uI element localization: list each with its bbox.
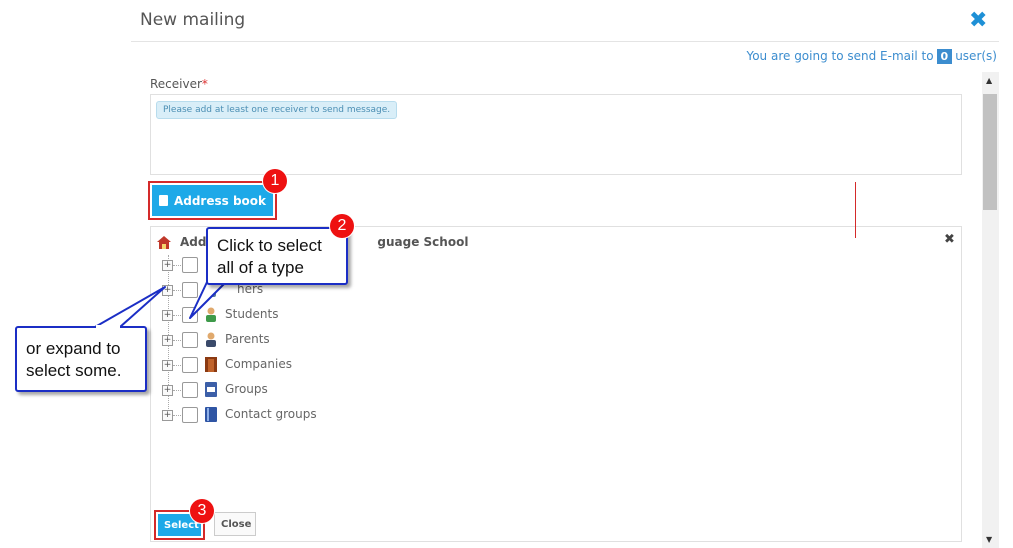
address-book-label: Address book [173, 193, 267, 208]
step-badge-3: 3 [190, 499, 214, 523]
panel-title-end: guage School [377, 235, 469, 249]
scrollbar[interactable]: ▲ ▼ [982, 72, 999, 548]
callout-expand-line1: or expand to [26, 339, 121, 358]
expand-icon[interactable]: + [162, 260, 173, 271]
callout-select-all: Click to select all of a type [206, 227, 348, 285]
expand-icon[interactable]: + [162, 410, 173, 421]
tree-branch [173, 340, 181, 341]
scroll-up-icon[interactable]: ▲ [986, 76, 992, 85]
tree-item-label: Companies [225, 357, 292, 371]
callout-select-all-line1: Click to select [217, 236, 322, 255]
tree-branch [173, 390, 181, 391]
student-icon [206, 307, 216, 322]
scrollbar-thumb[interactable] [983, 94, 997, 210]
step-badge-2: 2 [330, 214, 354, 238]
dialog-body: Receiver* Please add at least one receiv… [131, 72, 999, 548]
panel-close-icon[interactable]: ✖ [944, 232, 955, 247]
scroll-down-icon[interactable]: ▼ [986, 535, 992, 544]
receiver-label-text: Receiver [150, 77, 202, 91]
expand-icon[interactable]: + [162, 360, 173, 371]
receiver-hint: Please add at least one receiver to send… [156, 101, 398, 119]
students-checkbox[interactable] [182, 307, 198, 323]
dialog-title: New mailing [140, 10, 246, 30]
staff-checkbox[interactable] [182, 257, 198, 273]
callout-joint-top [208, 278, 228, 282]
required-mark: * [201, 77, 208, 91]
tree-branch [173, 315, 181, 316]
tree-item-label: Students [225, 307, 279, 321]
receiver-label: Receiver* [150, 77, 208, 91]
tree-branch [173, 365, 181, 366]
close-button[interactable]: Close [214, 512, 256, 536]
tree-item-label: Parents [225, 332, 270, 346]
close-icon[interactable]: ✖ [969, 8, 987, 33]
tree-branch [173, 415, 181, 416]
callout-expand-line2: select some. [26, 361, 122, 380]
recipient-count-badge: 0 [936, 49, 953, 64]
groups-checkbox[interactable] [182, 382, 198, 398]
receiver-field[interactable]: Please add at least one receiver to send… [150, 94, 962, 175]
parent-icon [206, 332, 216, 347]
teachers-checkbox[interactable] [182, 282, 198, 298]
expand-icon[interactable]: + [162, 285, 173, 296]
expand-icon[interactable]: + [162, 310, 173, 321]
send-info: You are going to send E-mail to 0 user(s) [746, 49, 997, 64]
send-info-prefix: You are going to send E-mail to [746, 49, 934, 63]
red-marker [855, 182, 856, 238]
company-icon [205, 357, 217, 372]
tree-item-label: Groups [225, 382, 268, 396]
parents-checkbox[interactable] [182, 332, 198, 348]
callout-expand: or expand to select some. [15, 326, 147, 392]
group-icon [205, 382, 217, 397]
tree-branch [173, 290, 181, 291]
callout-joint-left [96, 325, 120, 329]
contact-group-icon [205, 407, 217, 422]
tree-item-label: Contact groups [225, 407, 317, 421]
send-info-suffix: user(s) [955, 49, 997, 63]
address-book-highlight: Address book [148, 181, 277, 220]
step-badge-1: 1 [263, 169, 287, 193]
expand-icon[interactable]: + [162, 385, 173, 396]
expand-icon[interactable]: + [162, 335, 173, 346]
companies-checkbox[interactable] [182, 357, 198, 373]
callout-select-all-line2: all of a type [217, 258, 304, 277]
book-icon [158, 194, 168, 206]
address-book-button[interactable]: Address book [152, 185, 273, 216]
home-icon [157, 236, 171, 249]
header-divider [131, 41, 999, 42]
contact-groups-checkbox[interactable] [182, 407, 198, 423]
tree-branch [173, 265, 181, 266]
